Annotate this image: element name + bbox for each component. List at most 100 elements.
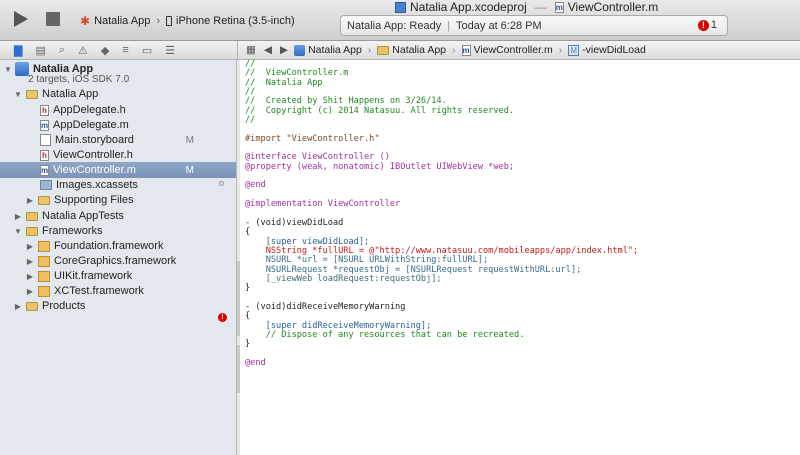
log-navigator-icon[interactable]: ☰: [165, 44, 175, 57]
stop-button[interactable]: [46, 12, 60, 26]
h-file-icon: h: [40, 104, 49, 116]
group-natalia-apptests[interactable]: ▶ Natalia AppTests: [0, 208, 236, 224]
destination-label: iPhone Retina (3.5-inch): [176, 15, 295, 27]
code-line: @implementation ViewController: [245, 199, 401, 210]
scheme-label: Natalia App: [94, 15, 151, 27]
jump-bar: ▦ ◀ ▶ Natalia App › Natalia App › m ViewC…: [237, 41, 800, 60]
disclosure-open-icon[interactable]: ▼: [14, 227, 22, 236]
scm-modified-badge: M: [185, 164, 194, 176]
framework-uikit[interactable]: ▶ UIKit.framework: [0, 268, 236, 284]
debug-navigator-icon[interactable]: ≡: [122, 44, 128, 56]
code-line: // Dispose of any resources that can be …: [245, 329, 525, 340]
framework-icon: [38, 270, 50, 282]
code-line: - (void)viewDidLoad: [245, 217, 344, 228]
jump-crumb-project[interactable]: Natalia App: [294, 44, 362, 56]
disclosure-open-icon[interactable]: ▼: [4, 65, 12, 74]
separator-icon: ›: [156, 15, 160, 27]
file-viewcontroller-h[interactable]: h ViewController.h: [0, 147, 236, 163]
disclosure-closed-icon[interactable]: ▶: [26, 257, 34, 266]
crumb-separator-icon: ›: [367, 44, 372, 56]
disclosure-closed-icon[interactable]: ▶: [14, 302, 22, 311]
scm-modified-badge: M: [185, 134, 194, 146]
framework-xctest[interactable]: ▶ XCTest.framework: [0, 283, 236, 299]
title-separator: —: [534, 0, 547, 14]
disclosure-open-icon[interactable]: ▼: [14, 90, 22, 99]
method-icon: M: [568, 44, 580, 56]
jump-crumb-group[interactable]: Natalia App: [377, 44, 446, 56]
code-line: // Natalia App: [245, 77, 323, 88]
file-viewcontroller-m[interactable]: m ViewController.m M: [0, 162, 236, 178]
navigator-selector-bar: ▇ ▤ ⌕ ⚠ ◆ ≡ ▭ ☰: [0, 41, 237, 60]
search-navigator-icon[interactable]: ⌕: [59, 44, 65, 57]
run-button[interactable]: [14, 11, 28, 27]
project-file-title: Natalia App.xcodeproj: [410, 0, 527, 14]
current-file-title: ViewController.m: [567, 0, 659, 14]
m-file-icon: m: [40, 119, 49, 131]
error-indicator[interactable]: ! 1: [697, 19, 717, 31]
forward-arrow-icon[interactable]: ▶: [280, 44, 288, 56]
error-marker-icon[interactable]: !: [218, 313, 227, 322]
framework-foundation[interactable]: ▶ Foundation.framework: [0, 238, 236, 254]
symbol-navigator-icon[interactable]: ▤: [35, 44, 45, 57]
test-navigator-icon[interactable]: ◆: [101, 44, 109, 57]
code-line: @end: [245, 358, 266, 368]
disclosure-closed-icon[interactable]: ▶: [14, 212, 22, 221]
issue-navigator-icon[interactable]: ⚠: [78, 44, 88, 57]
framework-icon: [38, 255, 50, 267]
framework-icon: [38, 285, 50, 297]
error-count: 1: [710, 19, 717, 31]
activity-status: Natalia App: Ready | Today at 6:28 PM ! …: [340, 15, 728, 36]
project-navigator: ▼ Natalia App 2 targets, iOS SDK 7.0 ▼ N…: [0, 60, 237, 455]
disclosure-closed-icon[interactable]: ▶: [26, 196, 34, 205]
code-line: //: [245, 115, 256, 126]
jump-crumb-file[interactable]: m ViewController.m: [461, 44, 553, 56]
file-appdelegate-h[interactable]: h AppDelegate.h: [0, 102, 236, 118]
back-arrow-icon[interactable]: ◀: [264, 44, 272, 56]
group-supporting-files[interactable]: ▶ Supporting Files: [0, 192, 236, 208]
crumb-separator-icon: ›: [452, 44, 456, 56]
code-line: @end: [245, 180, 266, 191]
disclosure-closed-icon[interactable]: ▶: [26, 287, 34, 296]
source-editor[interactable]: // // ViewController.m // Natalia App //…: [240, 59, 800, 455]
group-products[interactable]: ▶ Products: [0, 298, 236, 314]
jump-crumb-method[interactable]: M -viewDidLoad: [568, 44, 646, 56]
m-file-icon: m: [461, 44, 471, 56]
project-navigator-icon[interactable]: ▇: [14, 44, 22, 57]
outlet-connection-icon[interactable]: [219, 181, 224, 186]
file-main-storyboard[interactable]: Main.storyboard M: [0, 132, 236, 148]
folder-icon: [377, 45, 390, 55]
file-images-xcassets[interactable]: Images.xcassets: [0, 177, 236, 193]
framework-icon: [38, 240, 50, 252]
group-natalia-app[interactable]: ▼ Natalia App: [0, 86, 236, 102]
toolbar: ✱ Natalia App › iPhone Retina (3.5-inch)…: [0, 0, 800, 41]
folder-icon: [26, 226, 38, 236]
device-icon: [166, 16, 172, 26]
storyboard-icon: [40, 134, 51, 146]
code-line: - (void)didReceiveMemoryWarning: [245, 301, 406, 312]
app-scheme-icon: ✱: [80, 14, 91, 28]
framework-coregraphics[interactable]: ▶ CoreGraphics.framework: [0, 253, 236, 269]
code-line: // Copyright (c) 2014 Natasuu. All right…: [245, 105, 515, 116]
breakpoint-navigator-icon[interactable]: ▭: [142, 44, 152, 57]
folder-icon: [26, 211, 38, 221]
folder-icon: [38, 195, 50, 205]
crumb-separator-icon: ›: [558, 44, 563, 56]
status-time: Today at 6:28 PM: [456, 19, 542, 32]
disclosure-closed-icon[interactable]: ▶: [26, 272, 34, 281]
related-items-icon[interactable]: ▦: [246, 44, 256, 56]
disclosure-closed-icon[interactable]: ▶: [26, 242, 34, 251]
asset-catalog-icon: [40, 180, 52, 190]
h-file-icon: h: [40, 149, 49, 161]
project-icon: [294, 44, 306, 56]
folder-icon: [26, 301, 38, 311]
group-frameworks[interactable]: ▼ Frameworks: [0, 223, 236, 239]
status-separator: |: [447, 19, 451, 32]
scheme-selector[interactable]: ✱ Natalia App › iPhone Retina (3.5-inch): [80, 12, 295, 30]
status-app: Natalia App:: [347, 19, 407, 32]
code-line: #import "ViewController.h": [245, 133, 380, 144]
file-appdelegate-m[interactable]: m AppDelegate.m: [0, 117, 236, 133]
code-text[interactable]: // // ViewController.m // Natalia App //…: [245, 59, 638, 368]
m-file-icon: m: [40, 164, 49, 176]
code-line: @property (weak, nonatomic) IBOutlet UIW…: [245, 161, 515, 172]
code-line: }: [245, 283, 251, 294]
